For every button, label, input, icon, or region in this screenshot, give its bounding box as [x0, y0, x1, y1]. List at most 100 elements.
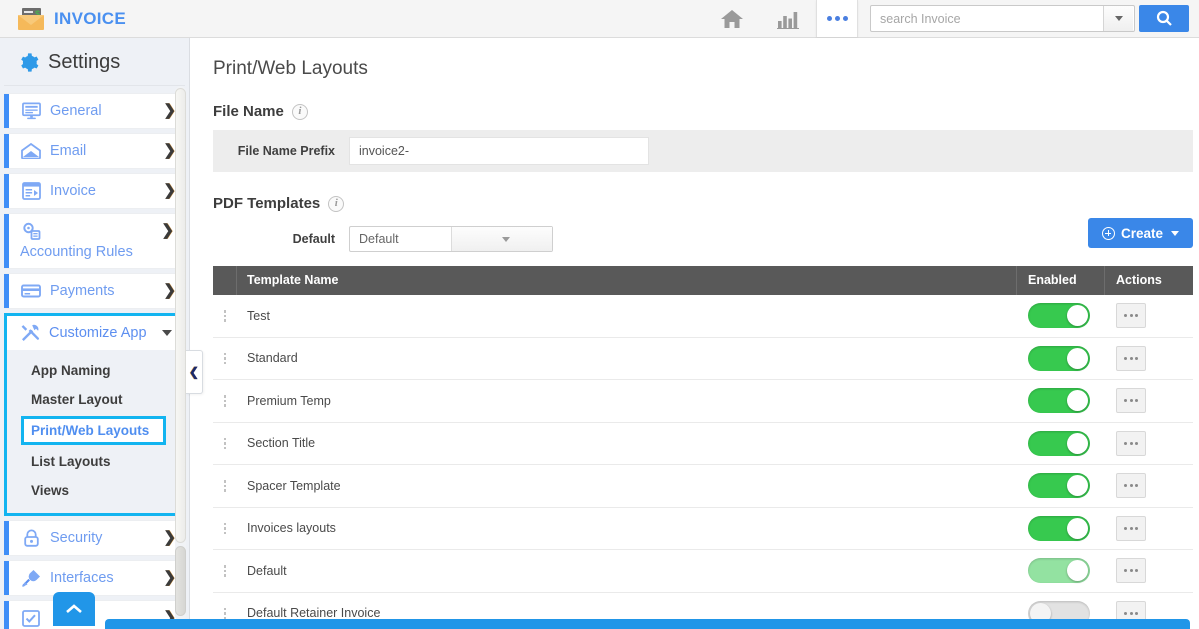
- template-name-cell: Standard: [247, 351, 298, 366]
- search-button[interactable]: [1139, 5, 1189, 32]
- bar-chart-icon[interactable]: [760, 0, 816, 38]
- actions-cell: [1105, 430, 1193, 456]
- lock-icon: [20, 529, 42, 547]
- item-accent-bar: [4, 601, 9, 629]
- more-horizontal-icon[interactable]: [816, 0, 858, 37]
- sidebar-item-general[interactable]: General ❯: [4, 93, 185, 129]
- enabled-toggle[interactable]: [1028, 473, 1090, 499]
- row-actions-more-horizontal-icon[interactable]: [1116, 388, 1146, 414]
- row-actions-more-horizontal-icon[interactable]: [1116, 473, 1146, 499]
- sidebar-item-customize-app[interactable]: Customize App: [7, 316, 182, 350]
- brand[interactable]: $ INVOICE: [0, 7, 126, 31]
- chevron-down-icon: [162, 330, 172, 336]
- sidebar-item-accounting-rules[interactable]: ❯ Accounting Rules: [4, 213, 185, 269]
- table-header-enabled: Enabled: [1017, 266, 1105, 295]
- enabled-toggle[interactable]: [1028, 515, 1090, 541]
- drag-handle-icon[interactable]: [213, 395, 237, 407]
- sidebar-subitem-list-layouts[interactable]: List Layouts: [7, 447, 182, 476]
- drag-handle-icon[interactable]: [213, 437, 237, 449]
- search-input[interactable]: [871, 6, 1103, 31]
- sidebar-item-payments[interactable]: Payments ❯: [4, 273, 185, 309]
- file-name-prefix-label: File Name Prefix: [237, 144, 335, 158]
- template-name-cell: Premium Temp: [247, 393, 331, 408]
- chevron-down-icon[interactable]: [450, 227, 552, 251]
- chevron-left-icon: ❮: [188, 365, 200, 379]
- sidebar-scrollbar-thumb[interactable]: [175, 88, 186, 543]
- table-row: Test: [213, 295, 1193, 338]
- item-accent-bar: [4, 214, 9, 268]
- row-actions-more-horizontal-icon[interactable]: [1116, 430, 1146, 456]
- sidebar-subitem-app-naming[interactable]: App Naming: [7, 356, 182, 385]
- sidebar-item-label: General: [50, 102, 102, 119]
- search-box: [870, 5, 1135, 32]
- drag-handle-icon[interactable]: [213, 480, 237, 492]
- drag-handle-icon[interactable]: [213, 522, 237, 534]
- row-actions-more-horizontal-icon[interactable]: [1116, 303, 1146, 329]
- info-icon[interactable]: i: [328, 195, 345, 212]
- enabled-toggle[interactable]: [1028, 388, 1090, 414]
- create-button[interactable]: Create: [1087, 218, 1193, 248]
- sidebar-item-label: Security: [50, 529, 103, 546]
- sidebar-item-label: Payments: [50, 282, 115, 299]
- bottom-accent-bar: [105, 619, 1190, 629]
- enabled-cell: [1017, 303, 1105, 329]
- sidebar-subitem-views[interactable]: Views: [7, 476, 182, 505]
- sidebar-nav: General ❯ Email ❯ Invoice ❯ ❯ Accounting…: [0, 86, 189, 629]
- home-icon[interactable]: [704, 0, 760, 38]
- sidebar-item-label: Accounting Rules: [20, 244, 133, 260]
- scroll-to-top-button[interactable]: [53, 592, 95, 626]
- sidebar-subitem-master-layout[interactable]: Master Layout: [7, 385, 182, 414]
- item-accent-bar: [4, 94, 9, 128]
- sidebar-item-label: Email: [50, 142, 87, 159]
- enabled-toggle[interactable]: [1028, 345, 1090, 371]
- item-accent-bar: [4, 521, 9, 555]
- search-scope-chevron-down-icon[interactable]: [1103, 6, 1133, 31]
- file-name-prefix-row: File Name Prefix: [213, 130, 1193, 172]
- main-content: Print/Web Layouts File Name i File Name …: [191, 38, 1199, 629]
- default-template-select[interactable]: Default: [349, 226, 553, 252]
- sidebar-subitem-print-web-layouts[interactable]: Print/Web Layouts: [21, 416, 166, 445]
- template-name-cell: Section Title: [247, 436, 316, 451]
- table-row: Default: [213, 550, 1193, 593]
- info-icon[interactable]: i: [291, 103, 308, 120]
- table-row: Spacer Template: [213, 465, 1193, 508]
- row-actions-more-horizontal-icon[interactable]: [1116, 558, 1146, 584]
- table-header-template-name: Template Name: [237, 266, 1017, 295]
- drag-handle-icon[interactable]: [213, 565, 237, 577]
- item-accent-bar: [4, 134, 9, 168]
- default-template-value: Default: [359, 232, 399, 246]
- sidebar-item-security[interactable]: Security ❯: [4, 520, 185, 556]
- enabled-toggle[interactable]: [1028, 430, 1090, 456]
- plug-icon: [20, 569, 42, 587]
- sidebar-scrollbar-thumb-secondary[interactable]: [175, 546, 186, 616]
- template-name-cell: Default: [247, 563, 287, 578]
- actions-cell: [1105, 303, 1193, 329]
- template-name-cell: Test: [247, 308, 270, 323]
- sidebar-item-email[interactable]: Email ❯: [4, 133, 185, 169]
- enabled-toggle[interactable]: [1028, 303, 1090, 329]
- drag-handle-icon[interactable]: [213, 352, 237, 364]
- drag-handle-icon[interactable]: [213, 607, 237, 619]
- sidebar-item-interfaces[interactable]: Interfaces ❯: [4, 560, 185, 596]
- item-accent-bar: [4, 274, 9, 308]
- row-actions-more-horizontal-icon[interactable]: [1116, 345, 1146, 371]
- search-area: [858, 5, 1199, 32]
- actions-cell: [1105, 345, 1193, 371]
- actions-cell: [1105, 473, 1193, 499]
- file-name-heading: File Name i: [191, 80, 1199, 130]
- enabled-cell: [1017, 388, 1105, 414]
- file-name-prefix-input[interactable]: [349, 137, 649, 165]
- enabled-toggle[interactable]: [1028, 558, 1090, 584]
- gears-icon: [20, 222, 42, 240]
- tools-icon: [19, 324, 41, 342]
- sidebar-item-invoice[interactable]: Invoice ❯: [4, 173, 185, 209]
- plus-circle-icon: [1101, 226, 1115, 240]
- envelope-icon: [20, 143, 42, 159]
- enabled-cell: [1017, 515, 1105, 541]
- table-header-actions: Actions: [1116, 273, 1162, 287]
- row-actions-more-horizontal-icon[interactable]: [1116, 515, 1146, 541]
- sidebar-collapse-handle[interactable]: ❮: [186, 350, 203, 394]
- enabled-cell: [1017, 430, 1105, 456]
- app-root: $ INVOICE search Invoice Settings Genera…: [0, 0, 1199, 629]
- drag-handle-icon[interactable]: [213, 310, 237, 322]
